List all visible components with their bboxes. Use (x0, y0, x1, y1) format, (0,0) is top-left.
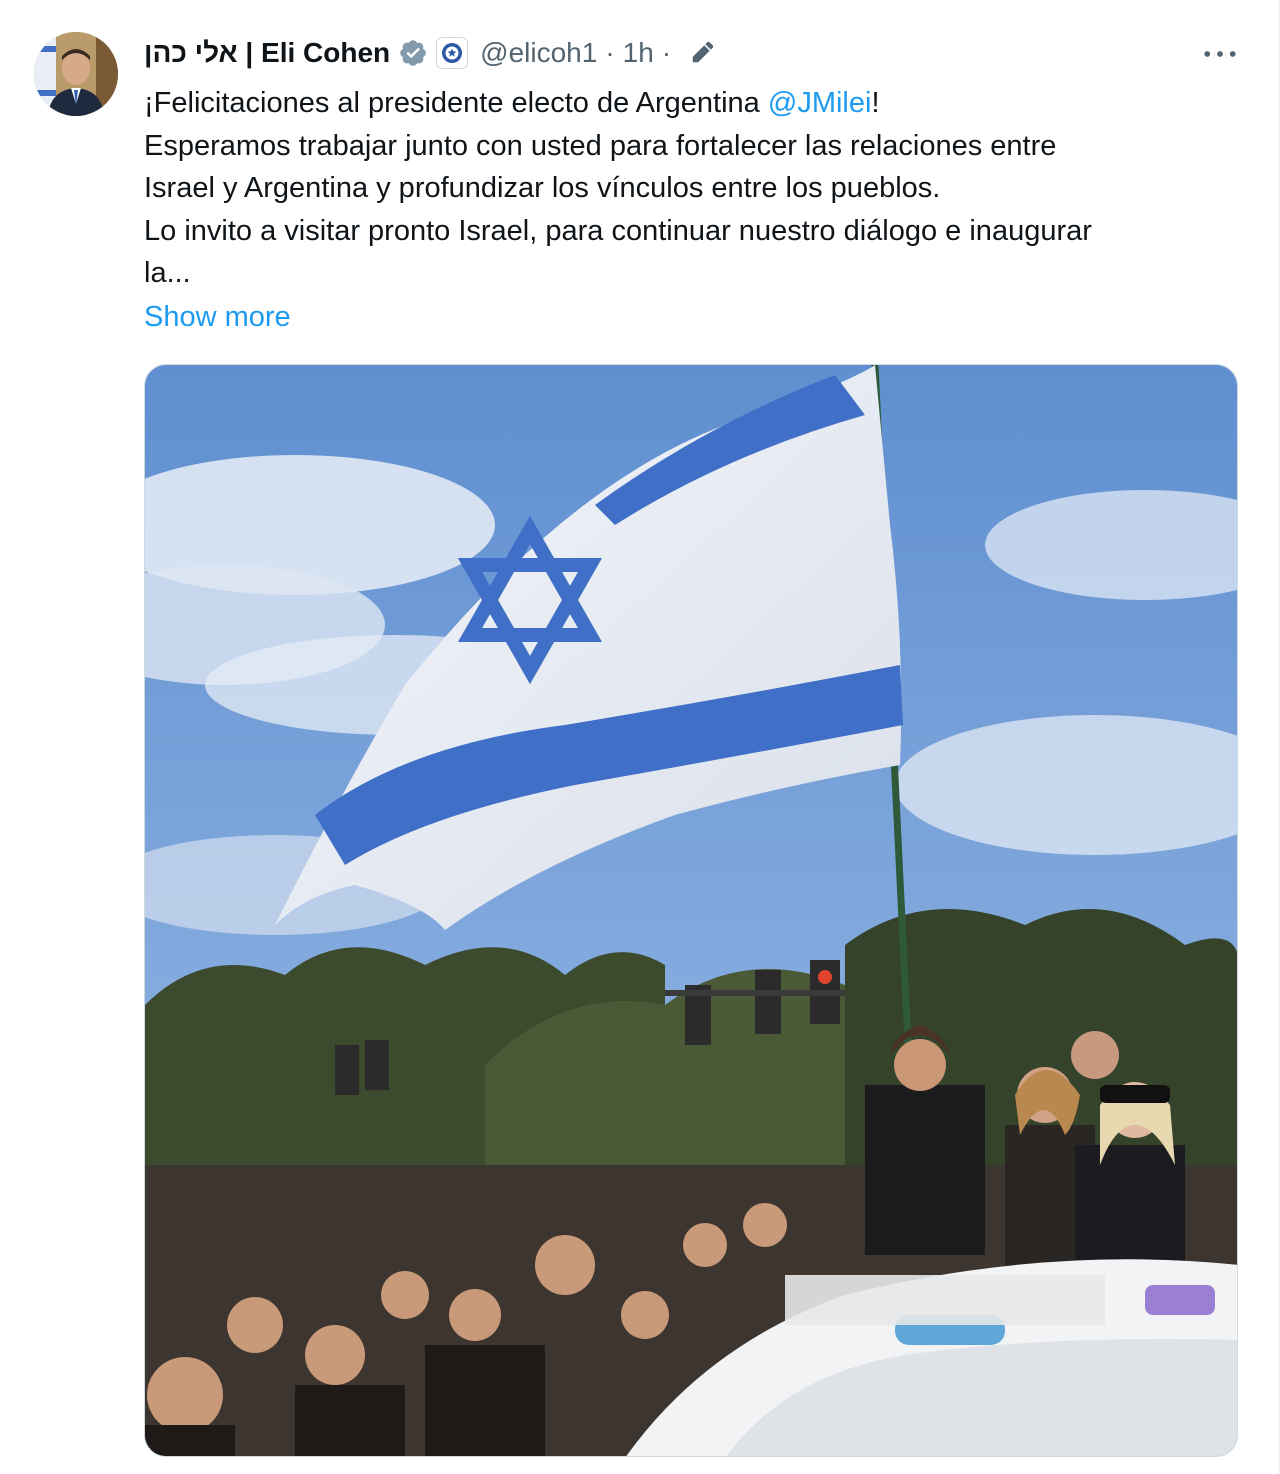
verified-badge-icon[interactable] (398, 38, 428, 68)
timestamp[interactable]: 1h (623, 37, 654, 69)
separator: · (661, 37, 672, 68)
edited-pencil-icon[interactable] (689, 40, 715, 66)
tweet-text-line: Israel y Argentina y profundizar los vín… (144, 172, 941, 204)
tweet-text-line: Lo invito a visitar pronto Israel, para … (144, 214, 1092, 247)
handle[interactable]: @elicoh1 (480, 37, 597, 69)
avatar[interactable] (34, 32, 118, 116)
tweet-header: אלי כהן | Eli Cohen @elicoh1 · 1h · (144, 32, 715, 74)
avatar-image (34, 32, 118, 116)
photo-image (145, 365, 1237, 1456)
government-affiliate-icon[interactable] (436, 37, 469, 69)
display-name[interactable]: אלי כהן | Eli Cohen (144, 37, 390, 69)
tweet-photo[interactable] (144, 364, 1238, 1457)
tweet-text-line: ¡Felicitaciones al presidente electo de … (144, 82, 1234, 125)
text-segment: ¡Felicitaciones al presidente electo de … (144, 87, 768, 119)
show-more-link[interactable]: Show more (144, 296, 291, 338)
tweet-text-line: Esperamos trabajar junto con usted para … (144, 129, 1057, 162)
separator: · (605, 37, 615, 68)
mention-link[interactable]: @JMilei (768, 87, 872, 119)
tweet: אלי כהן | Eli Cohen @elicoh1 · 1h · ¡Fel… (0, 0, 1280, 1474)
tweet-text: ¡Felicitaciones al presidente electo de … (144, 82, 1234, 295)
tweet-text-line: la... (144, 257, 191, 289)
more-options-icon[interactable] (1200, 36, 1240, 72)
text-segment: ! (871, 87, 880, 119)
